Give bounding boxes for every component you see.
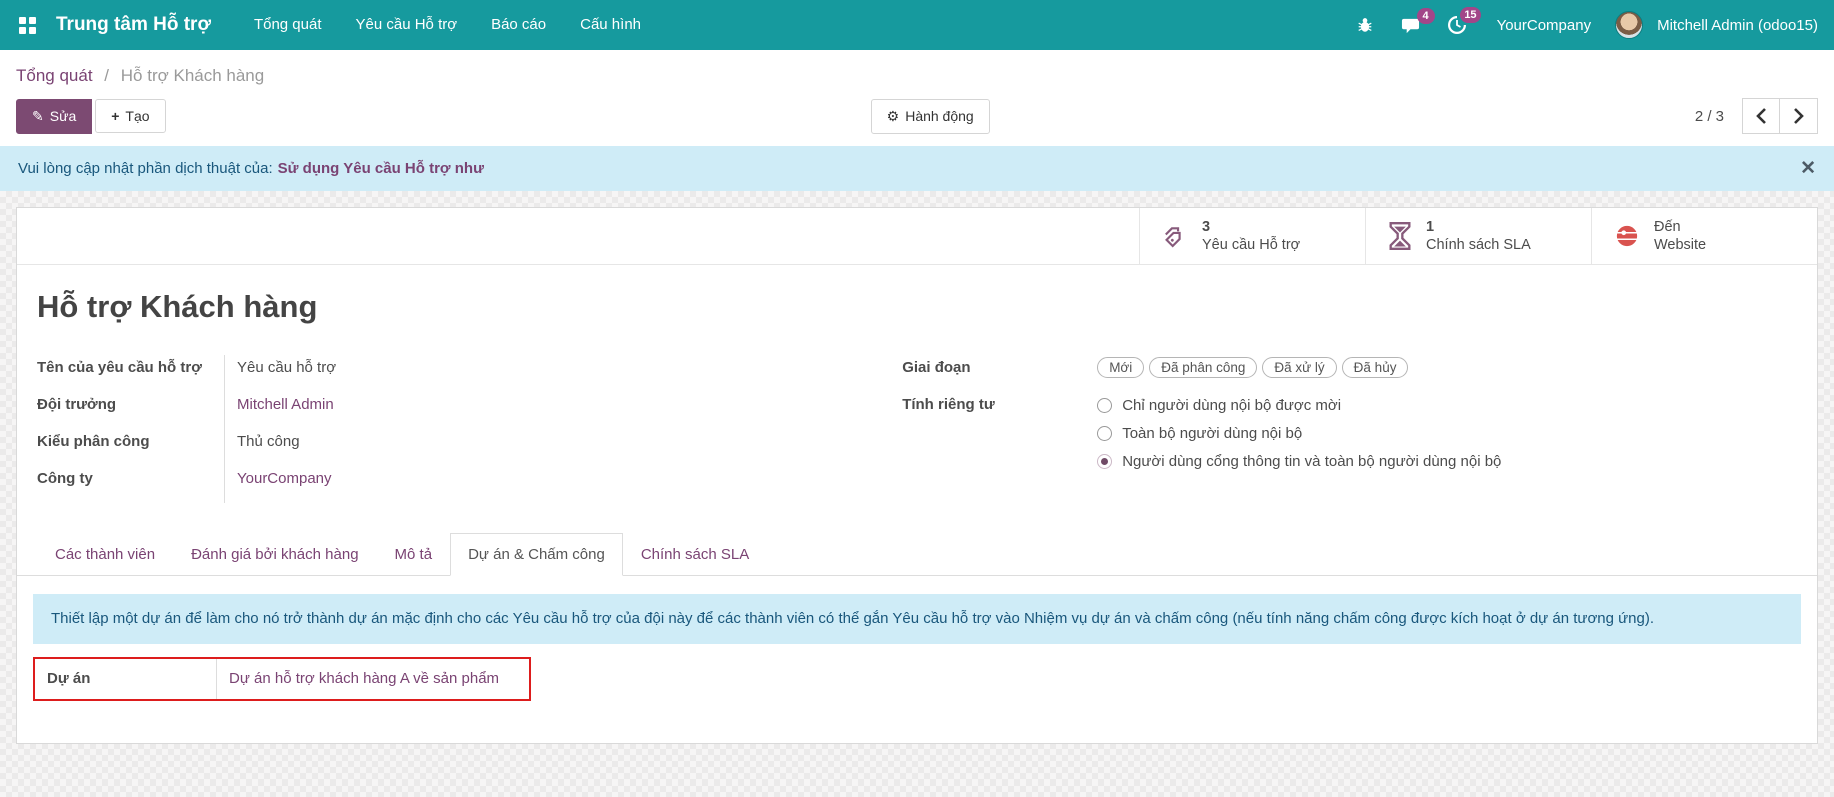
field-label: Tính riêng tư bbox=[902, 392, 1085, 413]
hourglass-icon bbox=[1388, 222, 1412, 250]
project-field-highlight: Dự án Dự án hỗ trợ khách hàng A về sản p… bbox=[33, 657, 531, 701]
stat-tickets-value: 3 bbox=[1202, 218, 1300, 236]
activities-menu-button[interactable]: 15 bbox=[1437, 9, 1477, 41]
field-row-name: Tên của yêu cầu hỗ trợ Yêu cầu hỗ trợ bbox=[37, 355, 864, 392]
tab-cac-thanh-vien[interactable]: Các thành viên bbox=[37, 533, 173, 576]
control-panel: Tổng quát / Hỗ trợ Khách hàng ✎Sửa +Tạo … bbox=[0, 50, 1834, 146]
field-row-privacy: Tính riêng tư Chỉ người dùng nội bộ được… bbox=[902, 392, 1797, 481]
stage-pills: Mới Đã phân công Đã xử lý Đã hủy bbox=[1097, 355, 1408, 378]
stage-pill-da-xu-ly[interactable]: Đã xử lý bbox=[1262, 357, 1336, 378]
tab-du-an-cham-cong[interactable]: Dự án & Chấm công bbox=[450, 533, 623, 576]
field-row-team-leader: Đội trưởng Mitchell Admin bbox=[37, 392, 864, 429]
project-field-label: Dự án bbox=[35, 659, 217, 699]
apps-grid-icon bbox=[19, 17, 36, 34]
privacy-option-invited[interactable]: Chỉ người dùng nội bộ được mời bbox=[1097, 397, 1501, 414]
record-pager: 2 / 3 bbox=[1695, 98, 1818, 134]
field-label: Đội trưởng bbox=[37, 392, 225, 429]
stage-pill-da-phan-cong[interactable]: Đã phân công bbox=[1149, 357, 1257, 378]
record-title: Hỗ trợ Khách hàng bbox=[37, 289, 1797, 325]
chevron-left-icon bbox=[1756, 108, 1767, 124]
menu-yeu-cau-ho-tro[interactable]: Yêu cầu Hỗ trợ bbox=[339, 0, 475, 50]
app-title[interactable]: Trung tâm Hỗ trợ bbox=[56, 14, 211, 36]
notebook-tabs: Các thành viên Đánh giá bởi khách hàng M… bbox=[17, 533, 1817, 576]
edit-button[interactable]: ✎Sửa bbox=[16, 99, 92, 134]
main-content: 3 Yêu cầu Hỗ trợ 1 Chính sách SLA bbox=[0, 191, 1834, 780]
tab-chinh-sach-sla[interactable]: Chính sách SLA bbox=[623, 533, 767, 576]
stat-button-tickets[interactable]: 3 Yêu cầu Hỗ trợ bbox=[1139, 208, 1365, 264]
user-menu[interactable]: Mitchell Admin (odoo15) bbox=[1657, 17, 1818, 34]
company-switcher[interactable]: YourCompany bbox=[1497, 17, 1592, 34]
project-info-message: Thiết lập một dự án để làm cho nó trở th… bbox=[33, 594, 1801, 644]
menu-bao-cao[interactable]: Báo cáo bbox=[474, 0, 563, 50]
stage-pill-moi[interactable]: Mới bbox=[1097, 357, 1144, 378]
pager-next-button[interactable] bbox=[1780, 98, 1818, 134]
create-button[interactable]: +Tạo bbox=[95, 99, 165, 133]
messages-menu-button[interactable]: 4 bbox=[1390, 10, 1431, 41]
form-sheet: 3 Yêu cầu Hỗ trợ 1 Chính sách SLA bbox=[16, 207, 1818, 744]
chevron-right-icon bbox=[1793, 108, 1804, 124]
alert-translation-link[interactable]: Sử dụng Yêu cầu Hỗ trợ như bbox=[278, 160, 484, 177]
radio-icon bbox=[1097, 398, 1112, 413]
privacy-option-portal[interactable]: Người dùng cổng thông tin và toàn bộ ngư… bbox=[1097, 453, 1501, 470]
field-group-left: Tên của yêu cầu hỗ trợ Yêu cầu hỗ trợ Độ… bbox=[37, 355, 864, 503]
chatter-bar: Gửi tin Ghi chú Ấn định hoạt động 0 Theo… bbox=[0, 780, 1834, 797]
alert-text: Vui lòng cập nhật phần dịch thuật của: bbox=[18, 160, 273, 177]
field-label: Giai đoạn bbox=[902, 355, 1085, 376]
ticket-name-value: Yêu cầu hỗ trợ bbox=[225, 355, 336, 376]
tab-mo-ta[interactable]: Mô tả bbox=[377, 533, 451, 576]
assignment-type-value: Thủ công bbox=[225, 429, 300, 450]
field-label: Công ty bbox=[37, 466, 225, 503]
radio-icon bbox=[1097, 426, 1112, 441]
activities-badge: 15 bbox=[1460, 7, 1480, 23]
stat-sla-label: Chính sách SLA bbox=[1426, 236, 1531, 254]
messages-badge: 4 bbox=[1417, 8, 1435, 24]
menu-cau-hinh[interactable]: Cấu hình bbox=[563, 0, 658, 50]
stat-button-website[interactable]: Đến Website bbox=[1591, 208, 1817, 264]
plus-icon: + bbox=[111, 108, 119, 124]
gear-icon: ⚙ bbox=[887, 108, 900, 124]
breadcrumb-parent[interactable]: Tổng quát bbox=[16, 66, 93, 85]
close-icon[interactable]: ✕ bbox=[1800, 159, 1816, 178]
tab-danh-gia[interactable]: Đánh giá bởi khách hàng bbox=[173, 533, 376, 576]
menu-tong-quat[interactable]: Tổng quát bbox=[237, 0, 339, 50]
stat-website-value: Đến bbox=[1654, 218, 1706, 236]
team-leader-link[interactable]: Mitchell Admin bbox=[225, 392, 334, 413]
apps-menu-button[interactable] bbox=[10, 8, 44, 42]
stat-button-sla[interactable]: 1 Chính sách SLA bbox=[1365, 208, 1591, 264]
translation-alert: Vui lòng cập nhật phần dịch thuật của: S… bbox=[0, 146, 1834, 191]
globe-icon bbox=[1614, 223, 1640, 249]
breadcrumb: Tổng quát / Hỗ trợ Khách hàng bbox=[16, 66, 1818, 86]
field-row-stages: Giai đoạn Mới Đã phân công Đã xử lý Đã h… bbox=[902, 355, 1797, 392]
stat-sla-value: 1 bbox=[1426, 218, 1531, 236]
tags-icon bbox=[1162, 223, 1188, 249]
top-navbar: Trung tâm Hỗ trợ Tổng quát Yêu cầu Hỗ tr… bbox=[0, 0, 1834, 50]
stat-tickets-label: Yêu cầu Hỗ trợ bbox=[1202, 236, 1300, 254]
radio-checked-icon bbox=[1097, 454, 1112, 469]
stat-button-box: 3 Yêu cầu Hỗ trợ 1 Chính sách SLA bbox=[17, 208, 1817, 265]
bug-icon bbox=[1356, 16, 1374, 34]
debug-bug-icon[interactable] bbox=[1346, 10, 1384, 40]
field-group-right: Giai đoạn Mới Đã phân công Đã xử lý Đã h… bbox=[864, 355, 1797, 503]
project-field-link[interactable]: Dự án hỗ trợ khách hàng A về sản phẩm bbox=[217, 659, 499, 699]
company-link[interactable]: YourCompany bbox=[225, 466, 332, 487]
user-avatar[interactable] bbox=[1615, 11, 1643, 39]
pager-value[interactable]: 2 / 3 bbox=[1695, 108, 1724, 125]
pager-previous-button[interactable] bbox=[1742, 98, 1780, 134]
field-row-assignment: Kiểu phân công Thủ công bbox=[37, 429, 864, 466]
privacy-radio-group: Chỉ người dùng nội bộ được mời Toàn bộ n… bbox=[1097, 392, 1501, 481]
breadcrumb-current: Hỗ trợ Khách hàng bbox=[121, 66, 264, 85]
tab-page-project: Thiết lập một dự án để làm cho nó trở th… bbox=[17, 576, 1817, 719]
breadcrumb-separator: / bbox=[104, 66, 109, 85]
stage-pill-da-huy[interactable]: Đã hủy bbox=[1342, 357, 1409, 378]
field-row-company: Công ty YourCompany bbox=[37, 466, 864, 503]
action-menu-button[interactable]: ⚙Hành động bbox=[871, 99, 990, 134]
stat-website-label: Website bbox=[1654, 236, 1706, 254]
pencil-icon: ✎ bbox=[32, 108, 44, 124]
field-label: Tên của yêu cầu hỗ trợ bbox=[37, 355, 225, 392]
privacy-option-internal[interactable]: Toàn bộ người dùng nội bộ bbox=[1097, 425, 1501, 442]
field-label: Kiểu phân công bbox=[37, 429, 225, 466]
